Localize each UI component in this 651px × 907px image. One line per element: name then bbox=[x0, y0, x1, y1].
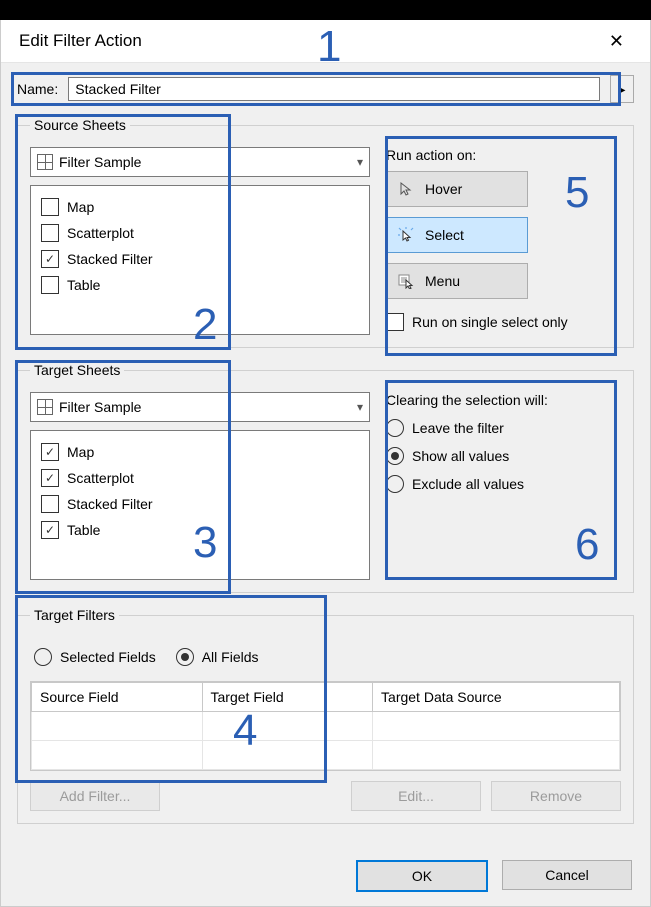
close-icon[interactable]: ✕ bbox=[601, 27, 632, 56]
triangle-right-icon: ▸ bbox=[618, 81, 625, 98]
window-top-border bbox=[0, 0, 651, 20]
target-sheet-table[interactable]: Table bbox=[41, 517, 359, 543]
target-sheet-list: Map Scatterplot Stacked Filter Table bbox=[30, 430, 370, 580]
clearing-label: Clearing the selection will: bbox=[386, 392, 621, 408]
target-sheet-scatterplot[interactable]: Scatterplot bbox=[41, 465, 359, 491]
checkbox-icon bbox=[41, 198, 59, 216]
dialog-title: Edit Filter Action bbox=[19, 31, 142, 51]
name-label: Name: bbox=[17, 81, 58, 97]
target-filters-group: Target Filters Selected Fields All Field… bbox=[17, 607, 634, 824]
table-row[interactable] bbox=[32, 741, 620, 770]
col-target-data-source[interactable]: Target Data Source bbox=[373, 683, 620, 712]
radio-icon bbox=[386, 475, 404, 493]
run-action-select-button[interactable]: Select bbox=[386, 217, 528, 253]
run-single-select-checkbox[interactable]: Run on single select only bbox=[386, 309, 621, 335]
target-filters-legend: Target Filters bbox=[30, 607, 119, 623]
run-action-hover-button[interactable]: Hover bbox=[386, 171, 528, 207]
ok-button[interactable]: OK bbox=[356, 860, 488, 892]
titlebar: Edit Filter Action ✕ bbox=[1, 20, 650, 63]
chevron-down-icon: ▾ bbox=[357, 155, 363, 169]
radio-icon bbox=[34, 648, 52, 666]
checkbox-checked-icon bbox=[41, 250, 59, 268]
source-sheet-scatterplot[interactable]: Scatterplot bbox=[41, 220, 359, 246]
target-filters-grid: Source Field Target Field Target Data So… bbox=[31, 682, 620, 770]
target-sheet-map[interactable]: Map bbox=[41, 439, 359, 465]
col-source-field[interactable]: Source Field bbox=[32, 683, 203, 712]
cancel-button[interactable]: Cancel bbox=[502, 860, 632, 890]
run-action-label: Run action on: bbox=[386, 147, 621, 163]
checkbox-checked-icon bbox=[41, 469, 59, 487]
target-sheets-group: Target Sheets Filter Sample ▾ Map Scatte… bbox=[17, 362, 634, 593]
clearing-exclude-all[interactable]: Exclude all values bbox=[386, 470, 621, 498]
dialog: Edit Filter Action ✕ Name: ▸ Source Shee… bbox=[0, 20, 651, 907]
checkbox-icon bbox=[41, 276, 59, 294]
chevron-down-icon: ▾ bbox=[357, 400, 363, 414]
checkbox-icon bbox=[41, 495, 59, 513]
radio-icon bbox=[386, 419, 404, 437]
source-sheet-list: Map Scatterplot Stacked Filter Table bbox=[30, 185, 370, 335]
checkbox-checked-icon bbox=[41, 521, 59, 539]
source-sheet-map[interactable]: Map bbox=[41, 194, 359, 220]
clearing-show-all[interactable]: Show all values bbox=[386, 442, 621, 470]
target-filters-all-fields[interactable]: All Fields bbox=[176, 643, 259, 671]
target-filters-selected-fields[interactable]: Selected Fields bbox=[34, 643, 156, 671]
source-sheet-table[interactable]: Table bbox=[41, 272, 359, 298]
remove-filter-button: Remove bbox=[491, 781, 621, 811]
source-workbook-dropdown[interactable]: Filter Sample ▾ bbox=[30, 147, 370, 177]
add-filter-button: Add Filter... bbox=[30, 781, 160, 811]
target-sheet-stacked-filter[interactable]: Stacked Filter bbox=[41, 491, 359, 517]
checkbox-icon bbox=[41, 224, 59, 242]
target-sheets-legend: Target Sheets bbox=[30, 362, 124, 378]
target-workbook-label: Filter Sample bbox=[59, 399, 141, 415]
source-sheets-legend: Source Sheets bbox=[30, 117, 130, 133]
radio-checked-icon bbox=[176, 648, 194, 666]
clearing-leave-filter[interactable]: Leave the filter bbox=[386, 414, 621, 442]
checkbox-icon bbox=[386, 313, 404, 331]
cursor-hover-icon bbox=[397, 181, 415, 197]
table-row[interactable] bbox=[32, 712, 620, 741]
menu-icon bbox=[397, 273, 415, 289]
checkbox-checked-icon bbox=[41, 443, 59, 461]
name-menu-button[interactable]: ▸ bbox=[610, 75, 634, 103]
dialog-buttons: OK Cancel bbox=[356, 860, 632, 892]
radio-checked-icon bbox=[386, 447, 404, 465]
run-action-menu-button[interactable]: Menu bbox=[386, 263, 528, 299]
source-workbook-label: Filter Sample bbox=[59, 154, 141, 170]
col-target-field[interactable]: Target Field bbox=[202, 683, 373, 712]
name-row: Name: ▸ bbox=[17, 75, 634, 103]
source-sheet-stacked-filter[interactable]: Stacked Filter bbox=[41, 246, 359, 272]
target-workbook-dropdown[interactable]: Filter Sample ▾ bbox=[30, 392, 370, 422]
edit-filter-button: Edit... bbox=[351, 781, 481, 811]
name-input[interactable] bbox=[68, 77, 600, 101]
sheet-icon bbox=[37, 154, 53, 170]
source-sheets-group: Source Sheets Filter Sample ▾ Map Scatte… bbox=[17, 117, 634, 348]
sheet-icon bbox=[37, 399, 53, 415]
cursor-select-icon bbox=[397, 227, 415, 243]
